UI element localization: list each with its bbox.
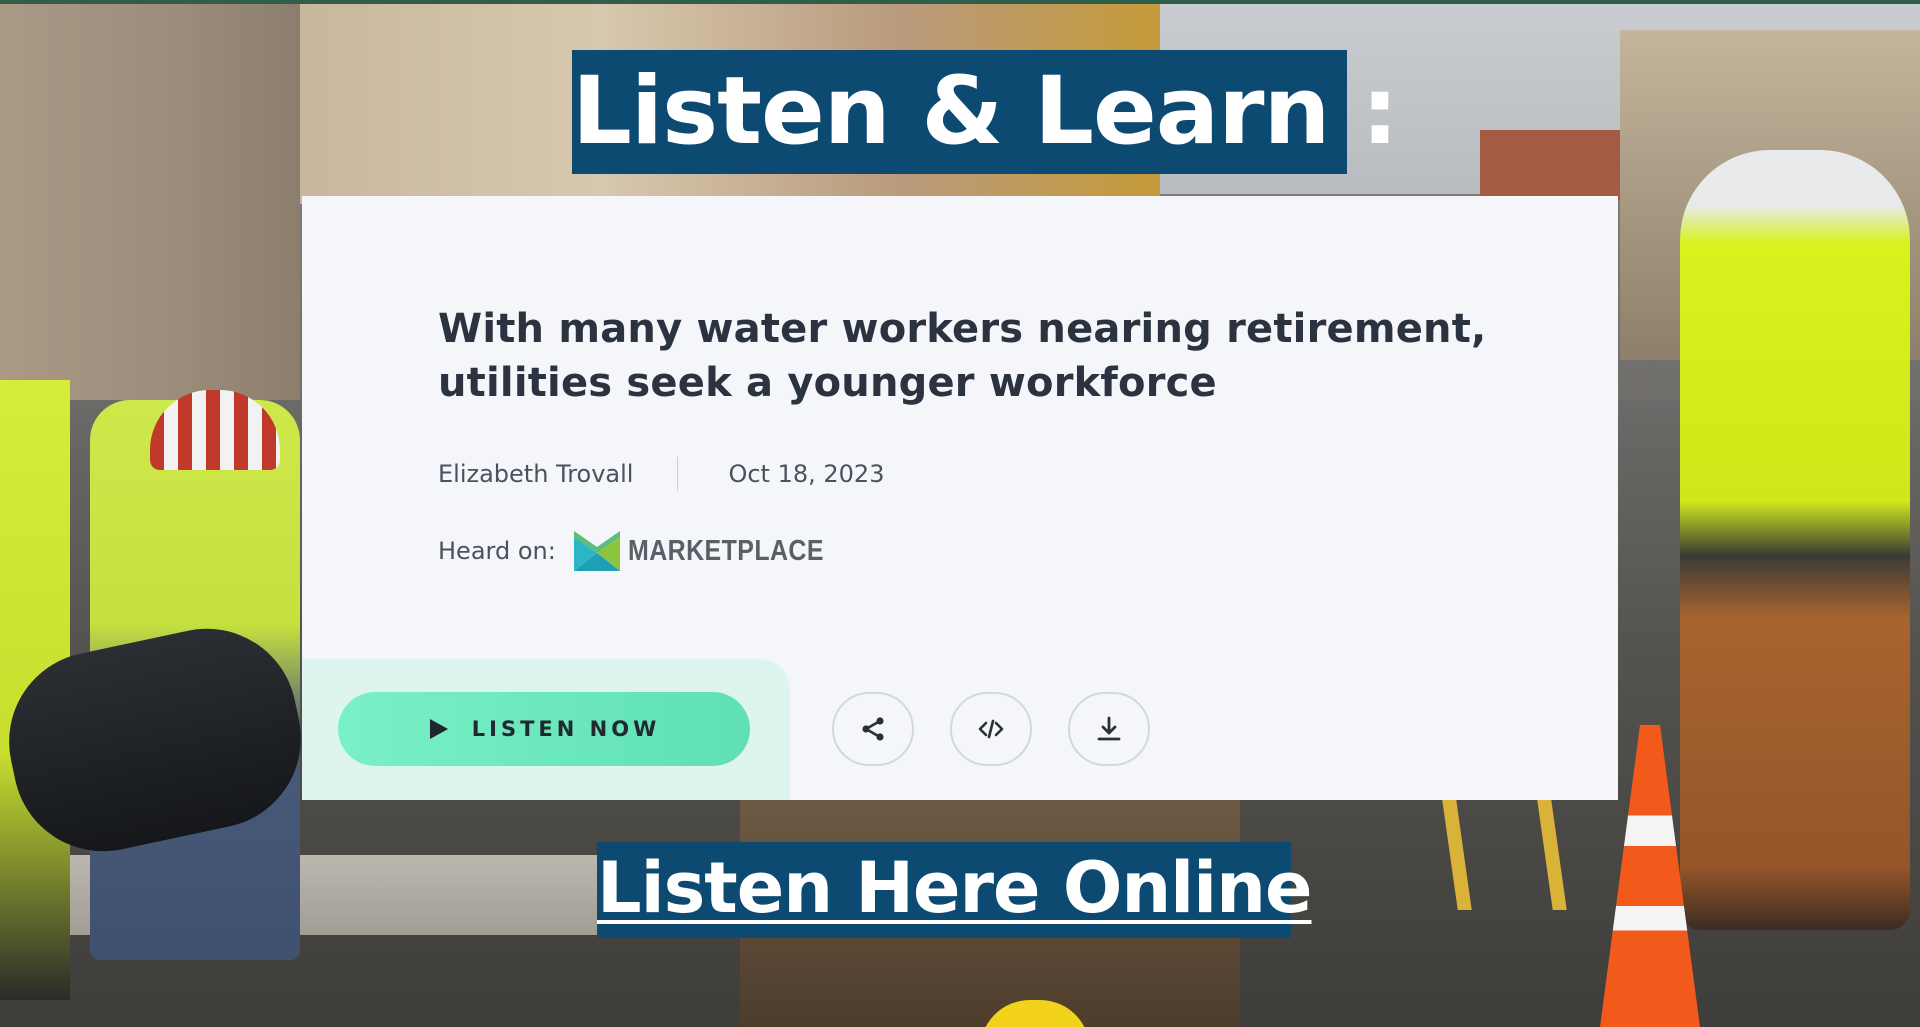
embed-code-icon	[978, 719, 1004, 739]
publish-date: Oct 18, 2023	[728, 460, 885, 488]
download-icon	[1097, 716, 1121, 741]
download-button[interactable]	[1068, 692, 1150, 766]
heard-on-row: Heard on: MARKETPLACE	[438, 526, 856, 576]
author-name: Elizabeth Trovall	[438, 460, 634, 488]
listen-now-label: LISTEN NOW	[471, 717, 661, 741]
headline-banner: Listen & Learn :	[572, 50, 1399, 174]
share-button[interactable]	[832, 692, 914, 766]
photo-worker-right	[1680, 150, 1910, 930]
program-logo-text: MARKETPLACE	[627, 534, 824, 567]
share-icon	[862, 717, 884, 741]
podcast-card: With many water workers nearing retireme…	[302, 196, 1618, 800]
program-logo[interactable]: MARKETPLACE	[573, 531, 856, 571]
marketplace-logo-icon	[573, 531, 620, 571]
meta-divider	[677, 457, 679, 491]
play-icon	[429, 719, 448, 739]
listen-online-link[interactable]: Listen Here Online	[597, 842, 1312, 938]
top-accent-bar	[0, 0, 1920, 4]
photo-building-left	[0, 4, 300, 424]
heard-on-label: Heard on:	[438, 537, 556, 565]
article-title: With many water workers nearing retireme…	[438, 306, 1487, 406]
embed-button[interactable]	[950, 692, 1032, 766]
page: Listen & Learn : With many water workers…	[0, 0, 1920, 1027]
article-meta: Elizabeth Trovall Oct 18, 2023	[438, 454, 884, 494]
listen-now-button[interactable]: LISTEN NOW	[338, 692, 750, 766]
